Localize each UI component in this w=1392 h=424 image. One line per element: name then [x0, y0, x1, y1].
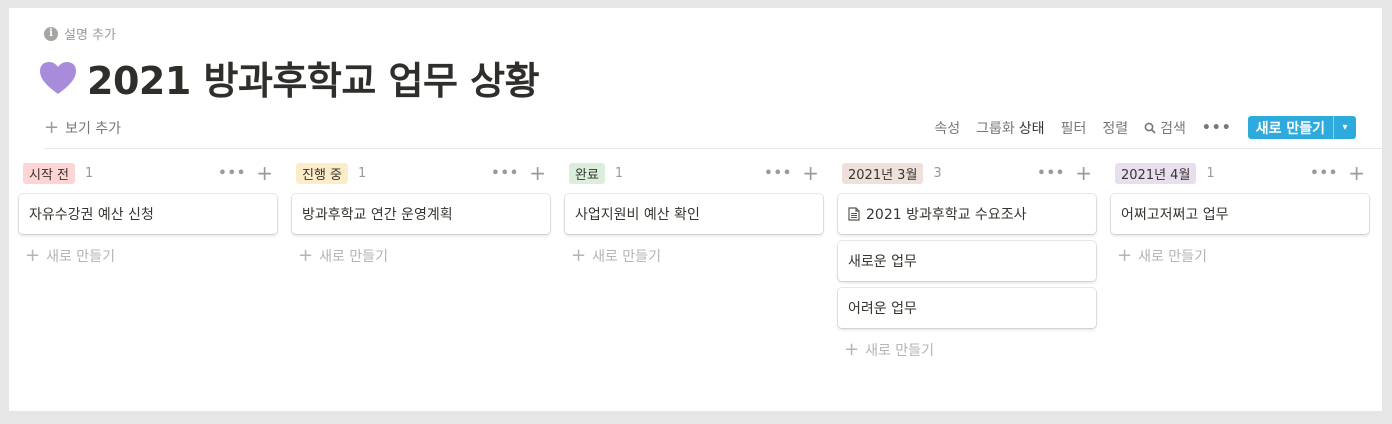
- group-by-value: 상태: [1018, 120, 1045, 137]
- board-column: 2021년 3월 3 ••• +2021 방과후학교 수요조사 새로운 업무 어려운 업무…: [838, 160, 1096, 360]
- column-more-icon[interactable]: •••: [1037, 166, 1065, 181]
- card-title: 새로운 업무: [848, 254, 917, 270]
- column-header: 완료 1 ••• +: [565, 160, 823, 186]
- column-more-icon[interactable]: •••: [764, 166, 792, 181]
- board-card[interactable]: 방과후학교 연간 운영계획: [292, 194, 550, 234]
- add-card-label: 새로 만들기: [1138, 249, 1207, 265]
- column-header: 2021년 4월 1 ••• +: [1111, 160, 1369, 186]
- column-add-icon[interactable]: +: [1075, 163, 1092, 183]
- column-count: 1: [358, 165, 367, 181]
- search-label: 검색: [1160, 120, 1186, 137]
- column-count: 1: [85, 165, 94, 181]
- column-add-icon[interactable]: +: [256, 163, 273, 183]
- status-tag[interactable]: 시작 전: [23, 162, 76, 184]
- page-title[interactable]: 2021 방과후학교 업무 상황: [87, 50, 540, 105]
- card-title: 사업지원비 예산 확인: [575, 207, 700, 223]
- new-button-group: 새로 만들기 ▾: [1247, 116, 1356, 139]
- board-card[interactable]: 2021 방과후학교 수요조사: [838, 194, 1096, 234]
- column-more-icon[interactable]: •••: [1310, 166, 1338, 181]
- column-header: 시작 전 1 ••• +: [19, 160, 277, 186]
- column-actions: ••• +: [491, 163, 550, 183]
- board-column: 시작 전 1 ••• + 자유수강권 예산 신청 + 새로 만들기: [19, 160, 277, 360]
- chevron-down-icon[interactable]: ▾: [1333, 116, 1356, 139]
- add-description-label: 설명 추가: [64, 28, 116, 43]
- card-title: 자유수강권 예산 신청: [29, 207, 154, 223]
- more-options-icon[interactable]: •••: [1202, 120, 1232, 136]
- add-view-label: 보기 추가: [65, 121, 122, 137]
- column-more-icon[interactable]: •••: [218, 166, 246, 181]
- column-actions: ••• +: [1037, 163, 1096, 183]
- add-card-button[interactable]: + 새로 만들기: [1111, 246, 1369, 266]
- card-title: 어쩌고저쩌고 업무: [1121, 207, 1229, 223]
- card-title: 어려운 업무: [848, 301, 917, 317]
- add-description[interactable]: i 설명 추가: [44, 24, 116, 43]
- column-count: 1: [614, 165, 624, 181]
- add-card-button[interactable]: + 새로 만들기: [838, 340, 1096, 360]
- search-button[interactable]: 검색: [1144, 118, 1186, 138]
- add-card-button[interactable]: + 새로 만들기: [19, 246, 277, 266]
- status-tag[interactable]: 완료: [569, 162, 605, 184]
- plus-icon: +: [44, 117, 60, 138]
- add-card-label: 새로 만들기: [865, 343, 934, 359]
- search-icon: [1144, 122, 1156, 134]
- status-tag[interactable]: 2021년 4월: [1115, 162, 1197, 184]
- properties-button[interactable]: 속성: [934, 118, 960, 138]
- kanban-board: 시작 전 1 ••• + 자유수강권 예산 신청 + 새로 만들기 진행 중 1 ••• + 방과후학…: [19, 160, 1369, 360]
- plus-icon: +: [298, 245, 314, 266]
- board-card[interactable]: 자유수강권 예산 신청: [19, 194, 277, 234]
- info-icon: i: [44, 26, 58, 41]
- column-actions: ••• +: [1310, 163, 1369, 183]
- card-title: 방과후학교 연간 운영계획: [302, 207, 453, 223]
- plus-icon: +: [844, 339, 860, 360]
- new-button[interactable]: 새로 만들기: [1248, 116, 1333, 139]
- plus-icon: +: [1117, 245, 1133, 266]
- divider: [44, 148, 1382, 149]
- column-add-icon[interactable]: +: [529, 163, 546, 183]
- column-add-icon[interactable]: +: [802, 163, 819, 183]
- column-count: 1: [1206, 165, 1215, 181]
- card-title: 2021 방과후학교 수요조사: [866, 207, 1027, 223]
- add-card-button[interactable]: + 새로 만들기: [565, 246, 823, 266]
- sort-button[interactable]: 정렬: [1102, 118, 1128, 138]
- status-tag[interactable]: 진행 중: [296, 162, 349, 184]
- add-card-label: 새로 만들기: [319, 249, 388, 265]
- add-card-label: 새로 만들기: [46, 249, 115, 265]
- board-card[interactable]: 어려운 업무: [838, 288, 1096, 328]
- column-header: 진행 중 1 ••• +: [292, 160, 550, 186]
- board-column: 완료 1 ••• + 사업지원비 예산 확인 + 새로 만들기: [565, 160, 823, 360]
- board-card[interactable]: 새로운 업무: [838, 241, 1096, 281]
- document-icon: [848, 207, 860, 221]
- add-view-button[interactable]: + 보기 추가: [44, 118, 121, 138]
- plus-icon: +: [571, 245, 587, 266]
- title-row: 2021 방과후학교 업무 상황: [39, 50, 540, 105]
- view-toolbar: 속성 그룹화 상태 필터 정렬 검색 ••• 새로 만들기 ▾: [934, 116, 1356, 139]
- group-by-button[interactable]: 그룹화 상태: [976, 118, 1044, 138]
- add-card-label: 새로 만들기: [592, 249, 661, 265]
- column-header: 2021년 3월 3 ••• +: [838, 160, 1096, 186]
- plus-icon: +: [25, 245, 41, 266]
- board-card[interactable]: 어쩌고저쩌고 업무: [1111, 194, 1369, 234]
- page-container: i 설명 추가 2021 방과후학교 업무 상황 + 보기 추가 속성 그룹화 …: [9, 8, 1382, 411]
- column-actions: ••• +: [764, 163, 823, 183]
- filter-button[interactable]: 필터: [1061, 118, 1087, 138]
- column-more-icon[interactable]: •••: [491, 166, 519, 181]
- purple-heart-icon[interactable]: [39, 61, 77, 95]
- column-actions: ••• +: [218, 163, 277, 183]
- group-by-label: 그룹화: [976, 120, 1015, 137]
- board-card[interactable]: 사업지원비 예산 확인: [565, 194, 823, 234]
- add-card-button[interactable]: + 새로 만들기: [292, 246, 550, 266]
- board-column: 2021년 4월 1 ••• + 어쩌고저쩌고 업무 + 새로 만들기: [1111, 160, 1369, 360]
- board-column: 진행 중 1 ••• + 방과후학교 연간 운영계획 + 새로 만들기: [292, 160, 550, 360]
- column-count: 3: [933, 165, 942, 181]
- column-add-icon[interactable]: +: [1348, 163, 1365, 183]
- status-tag[interactable]: 2021년 3월: [842, 162, 924, 184]
